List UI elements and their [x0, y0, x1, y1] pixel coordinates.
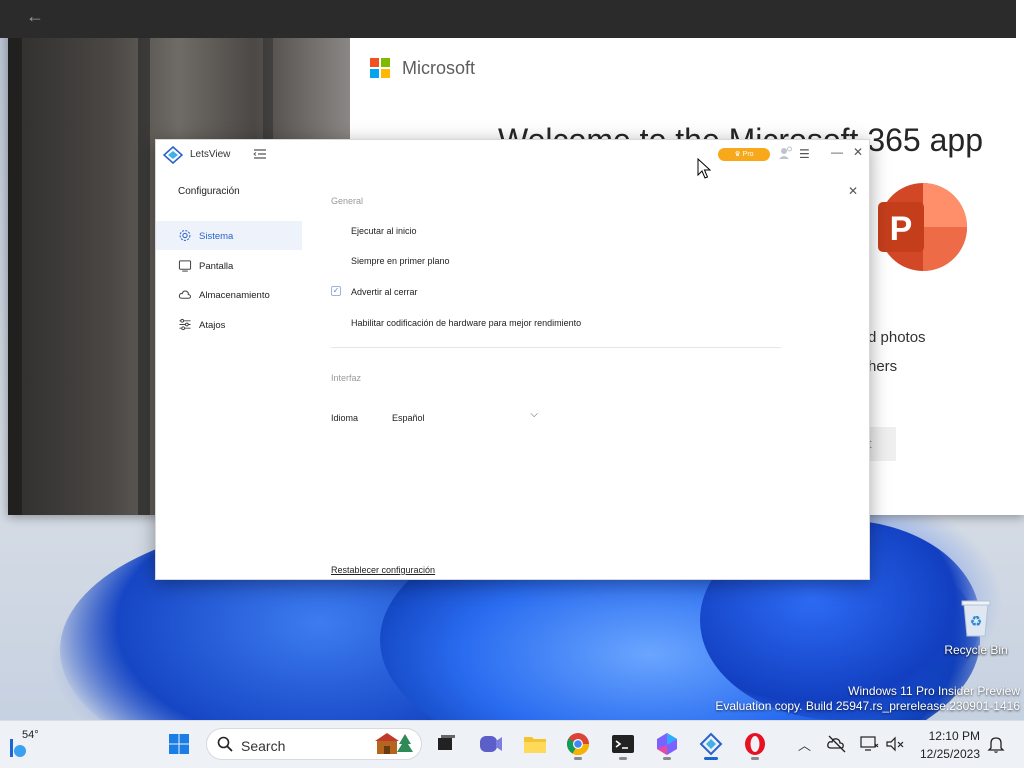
background-titlebar: ←: [0, 0, 1016, 38]
feature-text-2: hers: [868, 358, 898, 375]
onedrive-offline-icon[interactable]: [826, 733, 848, 755]
chevron-down-icon: ⌵: [530, 409, 538, 420]
monitor-icon: [178, 260, 192, 272]
m365-running-indicator: [652, 729, 682, 761]
start-button-icon[interactable]: [164, 729, 194, 759]
sidebar-item-pantalla[interactable]: Pantalla: [156, 251, 302, 280]
watermark-line-1: Windows 11 Pro Insider Preview: [848, 684, 1020, 698]
language-value: Español: [392, 413, 425, 423]
option-codificacion-hardware[interactable]: Habilitar codificación de hardware para …: [351, 318, 581, 328]
language-select[interactable]: Español ⌵: [386, 406, 546, 428]
evaluation-watermark: Windows 11 Pro Insider Preview Evaluatio…: [715, 684, 1020, 714]
task-view-icon[interactable]: [430, 729, 460, 759]
feature-text-1: d photos: [868, 329, 926, 346]
sidebar-item-label: Sistema: [199, 231, 234, 242]
search-placeholder: Search: [241, 738, 286, 754]
section-divider: [331, 347, 781, 348]
terminal-running-indicator: [608, 729, 638, 761]
option-advertir-al-cerrar[interactable]: Advertir al cerrar: [351, 287, 418, 297]
teams-meet-icon[interactable]: [475, 729, 505, 759]
close-settings-icon[interactable]: ✕: [848, 184, 858, 198]
sidebar-item-almacenamiento[interactable]: Almacenamiento: [156, 280, 302, 309]
microsoft-brand: Microsoft: [402, 58, 476, 78]
running-indicator: [751, 757, 759, 760]
sliders-icon: [179, 318, 191, 331]
sidebar-item-atajos[interactable]: Atajos: [156, 310, 302, 339]
gear-icon: [179, 230, 191, 241]
recycle-bin[interactable]: ♻ Recycle Bin: [944, 598, 1008, 657]
active-indicator: [704, 757, 718, 760]
option-siempre-en-primer-plano[interactable]: Siempre en primer plano: [351, 256, 450, 266]
clock-date[interactable]: 12/25/2023: [908, 747, 980, 761]
notification-bell-icon[interactable]: [986, 734, 1006, 754]
pro-badge-label: Pro: [742, 151, 754, 158]
app-name: LetsView: [190, 149, 231, 160]
running-indicator: [574, 757, 582, 760]
running-indicator: [663, 757, 671, 760]
svg-text:P: P: [890, 210, 913, 248]
settings-title: Configuración: [178, 186, 240, 197]
menu-icon[interactable]: ☰: [799, 147, 810, 161]
general-section-title: General: [331, 196, 364, 206]
taskbar: 54° Search ︿ 12:10 PM 12/25/2023: [0, 720, 1024, 768]
close-window-icon[interactable]: ✕: [853, 145, 863, 159]
svg-text:♻: ♻: [970, 614, 983, 630]
sidebar-item-label: Almacenamiento: [199, 290, 270, 301]
running-indicator: [619, 757, 627, 760]
recycle-bin-icon: ♻: [961, 600, 991, 637]
powerpoint-icon: P: [878, 183, 967, 271]
search-icon: [217, 736, 233, 752]
letsview-active-indicator: [696, 729, 726, 761]
collapse-sidebar-icon[interactable]: [253, 147, 267, 161]
reset-settings-link[interactable]: Restablecer configuración: [331, 565, 435, 575]
letsview-logo-icon: [163, 146, 183, 164]
letsview-window: LetsView ♛ Pro ☰ — ✕ Configuración Siste…: [155, 139, 870, 580]
continue-button[interactable]: t: [868, 427, 896, 461]
holiday-decoration-icon: [375, 733, 413, 754]
interfaz-section-title: Interfaz: [331, 373, 362, 383]
microsoft-logo-icon: [370, 58, 390, 78]
watermark-line-2: Evaluation copy. Build 25947.rs_prerelea…: [715, 699, 1020, 713]
minimize-icon[interactable]: —: [831, 145, 843, 159]
sidebar-item-label: Atajos: [199, 320, 226, 331]
recycle-bin-label: Recycle Bin: [944, 643, 1008, 657]
pro-badge[interactable]: ♛ Pro: [718, 148, 770, 161]
clock-time[interactable]: 12:10 PM: [908, 729, 980, 743]
option-ejecutar-al-inicio[interactable]: Ejecutar al inicio: [351, 226, 417, 236]
show-hidden-icons-chevron-icon[interactable]: ︿: [798, 735, 811, 754]
back-arrow-icon[interactable]: ←: [26, 6, 44, 27]
file-explorer-icon[interactable]: [520, 729, 550, 759]
network-icon[interactable]: [858, 733, 880, 755]
sidebar-item-label: Pantalla: [199, 261, 234, 272]
language-label: Idioma: [331, 413, 359, 423]
account-icon[interactable]: [778, 146, 792, 160]
sidebar-item-sistema[interactable]: Sistema: [156, 221, 302, 250]
opera-running-indicator: [740, 729, 770, 761]
weather-temperature: 54°: [22, 729, 39, 741]
cloud-icon: [178, 290, 192, 299]
chrome-running-indicator: [563, 729, 593, 761]
mouse-cursor-icon: [697, 158, 711, 179]
volume-muted-icon[interactable]: [884, 733, 906, 755]
taskbar-search[interactable]: Search: [206, 728, 422, 760]
advertir-checkbox[interactable]: ✓: [331, 286, 341, 296]
